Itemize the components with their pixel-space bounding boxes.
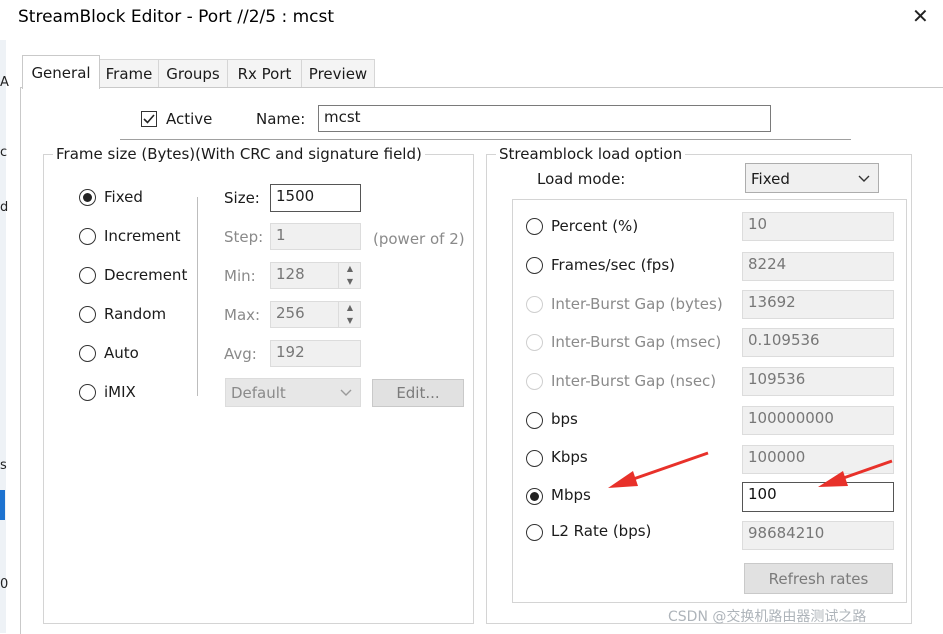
imix-profile-select[interactable]: Default (225, 378, 361, 407)
radio-imix[interactable] (79, 384, 96, 401)
tab-frame[interactable]: Frame (99, 59, 159, 88)
step-input[interactable]: 1 (270, 223, 361, 250)
annotation-arrows (608, 451, 893, 488)
spin-up-icon[interactable]: ▲ (339, 263, 361, 276)
radio-decrement[interactable] (79, 267, 96, 284)
spin-up-icon[interactable]: ▲ (339, 302, 361, 315)
radio-ibg-nsec[interactable] (526, 373, 543, 390)
size-input[interactable]: 1500 (270, 184, 361, 212)
load-mode-value: Fixed (751, 170, 790, 188)
active-checkbox[interactable] (141, 111, 157, 127)
step-label: Step: (224, 228, 264, 246)
radio-auto-label: Auto (104, 344, 139, 362)
avg-input: 192 (270, 340, 361, 367)
radio-ibg-bytes[interactable] (526, 296, 543, 313)
min-spinner[interactable]: ▲ ▼ (338, 263, 361, 288)
imix-profile-value: Default (231, 384, 286, 402)
percent-value: 10 (742, 212, 894, 241)
min-label: Min: (224, 267, 256, 285)
bps-value: 100000000 (742, 406, 894, 435)
radio-random[interactable] (79, 306, 96, 323)
radio-bps-label: bps (551, 410, 578, 428)
radio-l2-rate[interactable] (526, 524, 543, 541)
radio-ibg-msec-label: Inter-Burst Gap (msec) (551, 333, 722, 351)
tab-preview[interactable]: Preview (301, 59, 375, 88)
radio-percent-label: Percent (%) (551, 217, 639, 235)
close-icon[interactable]: ✕ (912, 4, 929, 28)
radio-increment[interactable] (79, 228, 96, 245)
ibg-bytes-value: 13692 (742, 290, 894, 319)
step-hint: (power of 2) (373, 230, 465, 248)
radio-ibg-bytes-label: Inter-Burst Gap (bytes) (551, 295, 723, 313)
radio-fps[interactable] (526, 257, 543, 274)
radio-increment-label: Increment (104, 227, 181, 245)
radio-ibg-msec[interactable] (526, 334, 543, 351)
background-selection-marker (0, 490, 5, 520)
arrow-icon (608, 451, 709, 488)
radio-mbps[interactable] (526, 488, 543, 505)
ibg-nsec-value: 109536 (742, 367, 894, 396)
radio-l2-rate-label: L2 Rate (bps) (551, 522, 652, 540)
radio-fixed-label: Fixed (104, 188, 143, 206)
window-title: StreamBlock Editor - Port //2/5 : mcst (18, 7, 335, 27)
name-input[interactable]: mcst (318, 105, 771, 132)
title-bar: StreamBlock Editor - Port //2/5 : mcst ✕ (0, 0, 943, 40)
radio-imix-label: iMIX (104, 383, 136, 401)
load-option-group-title: Streamblock load option (496, 145, 686, 163)
radio-auto[interactable] (79, 345, 96, 362)
radio-percent[interactable] (526, 218, 543, 235)
active-label: Active (166, 110, 213, 128)
background-text-fragment: d (0, 200, 9, 215)
avg-label: Avg: (224, 345, 257, 363)
radio-kbps[interactable] (526, 450, 543, 467)
load-mode-label: Load mode: (537, 170, 626, 188)
fps-value: 8224 (742, 252, 894, 281)
radio-random-label: Random (104, 305, 167, 323)
chevron-down-icon (340, 389, 352, 396)
background-text-fragment: c (0, 145, 8, 160)
spin-down-icon[interactable]: ▼ (339, 315, 361, 328)
radio-fixed[interactable] (79, 189, 96, 206)
max-label: Max: (224, 306, 261, 324)
background-window-edge (0, 40, 6, 633)
watermark: CSDN @交换机路由器测试之路 (668, 609, 867, 625)
background-text-fragment: A (0, 75, 9, 90)
arrow-icon (818, 459, 893, 487)
radio-mbps-label: Mbps (551, 486, 591, 504)
chevron-down-icon (858, 175, 870, 182)
l2-rate-value: 98684210 (742, 521, 894, 550)
load-mode-select[interactable]: Fixed (745, 163, 879, 193)
frame-size-group-title: Frame size (Bytes)(With CRC and signatur… (53, 145, 425, 163)
tab-groups[interactable]: Groups (158, 59, 228, 88)
vertical-separator (197, 197, 198, 396)
radio-bps[interactable] (526, 412, 543, 429)
ibg-msec-value: 0.109536 (742, 328, 894, 357)
name-label: Name: (256, 110, 306, 128)
checkmark-icon (143, 114, 155, 124)
tab-general[interactable]: General (22, 55, 100, 89)
tab-rx-port[interactable]: Rx Port (227, 59, 302, 88)
background-text-fragment: s (0, 458, 7, 473)
radio-fps-label: Frames/sec (fps) (551, 256, 675, 274)
radio-ibg-nsec-label: Inter-Burst Gap (nsec) (551, 372, 717, 390)
separator-line (120, 139, 851, 140)
radio-decrement-label: Decrement (104, 266, 188, 284)
size-label: Size: (224, 189, 260, 207)
spin-down-icon[interactable]: ▼ (339, 276, 361, 289)
background-text-fragment: 0 (0, 577, 9, 592)
max-spinner[interactable]: ▲ ▼ (338, 302, 361, 327)
radio-kbps-label: Kbps (551, 448, 588, 466)
edit-button[interactable]: Edit... (372, 379, 464, 407)
refresh-rates-button[interactable]: Refresh rates (744, 563, 893, 594)
